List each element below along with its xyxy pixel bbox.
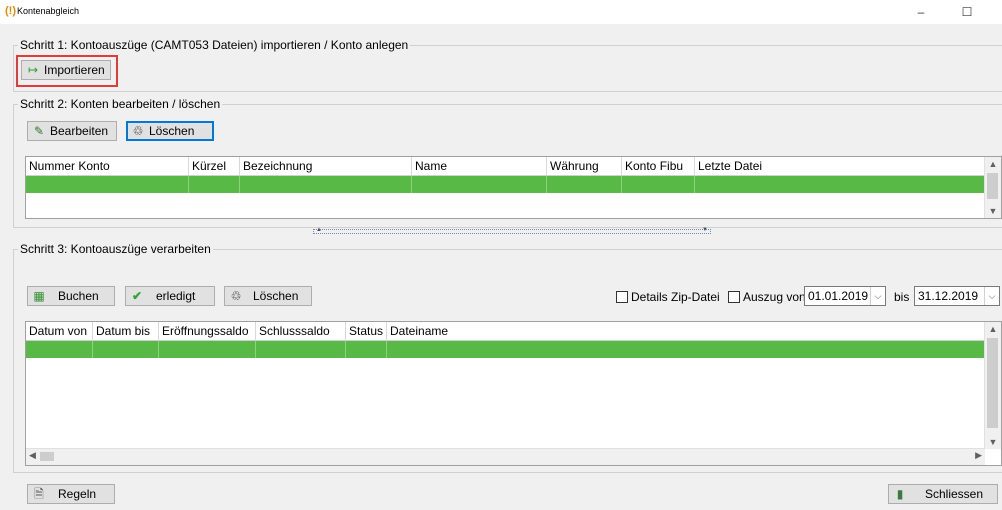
column-header[interactable]: Letzte Datei bbox=[695, 157, 985, 175]
done-button-label: erledigt bbox=[156, 289, 196, 303]
table-cell bbox=[189, 176, 240, 193]
table-cell bbox=[256, 341, 346, 358]
column-header[interactable]: Konto Fibu bbox=[622, 157, 695, 175]
chevron-down-icon[interactable]: ⌵ bbox=[984, 287, 999, 305]
done-button[interactable]: ✔ erledigt bbox=[125, 286, 215, 306]
table-cell bbox=[26, 341, 93, 358]
step1-label: Schritt 1: Kontoauszüge (CAMT053 Dateien… bbox=[18, 38, 411, 52]
column-header[interactable]: Währung bbox=[547, 157, 622, 175]
import-button[interactable]: ↦ Importieren bbox=[21, 60, 111, 80]
hscroll-thumb[interactable] bbox=[40, 452, 54, 461]
book-button-label: Buchen bbox=[58, 289, 99, 303]
rules-button-label: Regeln bbox=[58, 487, 97, 501]
table-cell bbox=[159, 341, 256, 358]
column-header[interactable]: Bezeichnung bbox=[240, 157, 412, 175]
accounts-table: Nummer Konto Kürzel Bezeichnung Name Wäh… bbox=[25, 156, 1002, 219]
table-row[interactable] bbox=[26, 341, 985, 358]
column-header[interactable]: Nummer Konto bbox=[26, 157, 189, 175]
details-zip-checkbox-box[interactable] bbox=[616, 291, 628, 303]
scroll-down-icon[interactable]: ▼ bbox=[985, 204, 1001, 218]
scroll-up-icon[interactable]: ▲ bbox=[985, 157, 1001, 171]
close-window-button[interactable]: ✕ bbox=[996, 2, 1002, 22]
rules-button[interactable]: 🗎 Regeln bbox=[27, 484, 115, 504]
step1-group: Schritt 1: Kontoauszüge (CAMT053 Dateien… bbox=[13, 38, 1002, 92]
book-button[interactable]: ▦ Buchen bbox=[27, 286, 115, 306]
scroll-thumb[interactable] bbox=[987, 173, 998, 199]
vertical-scrollbar[interactable]: ▲ ▼ bbox=[984, 322, 1001, 449]
step2-label: Schritt 2: Konten bearbeiten / löschen bbox=[18, 97, 223, 111]
document-icon: 🗎 bbox=[34, 487, 44, 501]
date-from-value: 01.01.2019 bbox=[808, 289, 869, 303]
date-to-value: 31.12.2019 bbox=[918, 289, 979, 303]
door-exit-icon: ▮ bbox=[896, 487, 904, 501]
delete-statements-button[interactable]: ♲ Löschen bbox=[224, 286, 312, 306]
chevron-down-icon[interactable]: ⌵ bbox=[870, 287, 885, 305]
maximize-button[interactable]: ☐ bbox=[952, 2, 982, 22]
table-cell bbox=[93, 341, 159, 358]
scroll-thumb[interactable] bbox=[987, 338, 998, 428]
scroll-right-icon[interactable]: ▶ bbox=[975, 450, 982, 461]
splitter-down-icon[interactable]: ▼ bbox=[702, 227, 708, 233]
column-header[interactable]: Datum bis bbox=[93, 322, 159, 340]
column-header[interactable]: Kürzel bbox=[189, 157, 240, 175]
table-cell bbox=[26, 176, 189, 193]
auszug-von-checkbox-box[interactable] bbox=[728, 291, 740, 303]
table-cell bbox=[622, 176, 695, 193]
auszug-von-checkbox[interactable]: Auszug von bbox=[728, 290, 806, 304]
statements-table-header: Datum von Datum bis Eröffnungssaldo Schl… bbox=[26, 322, 985, 341]
title-bar: (!) Kontenabgleich – ☐ ✕ bbox=[0, 0, 1002, 24]
table-cell bbox=[547, 176, 622, 193]
details-zip-checkbox[interactable]: Details Zip-Datei bbox=[616, 290, 720, 304]
table-cell bbox=[240, 176, 412, 193]
scroll-left-icon[interactable]: ◀ bbox=[29, 450, 36, 461]
pencil-icon: ✎ bbox=[33, 124, 45, 138]
window-title: Kontenabgleich bbox=[17, 6, 80, 16]
accounts-table-header: Nummer Konto Kürzel Bezeichnung Name Wäh… bbox=[26, 157, 985, 176]
trash-icon: ♲ bbox=[132, 124, 144, 138]
scroll-up-icon[interactable]: ▲ bbox=[985, 322, 1001, 336]
panel-splitter[interactable]: ▲ ▼ bbox=[313, 227, 711, 234]
date-from-picker[interactable]: 01.01.2019 ⌵ bbox=[804, 286, 886, 306]
delete-accounts-button-label: Löschen bbox=[149, 124, 195, 138]
close-button[interactable]: ▮ Schliessen bbox=[888, 484, 998, 504]
table-cell bbox=[412, 176, 547, 193]
column-header[interactable]: Status bbox=[346, 322, 387, 340]
trash-icon: ♲ bbox=[230, 289, 242, 303]
edit-button[interactable]: ✎ Bearbeiten bbox=[27, 121, 117, 141]
minimize-button[interactable]: – bbox=[906, 2, 936, 22]
edit-button-label: Bearbeiten bbox=[50, 124, 109, 138]
checkmark-icon: ✔ bbox=[131, 289, 143, 303]
auszug-von-label: Auszug von bbox=[743, 290, 806, 304]
ledger-icon: ▦ bbox=[33, 289, 45, 303]
close-button-label: Schliessen bbox=[925, 487, 984, 501]
details-zip-label: Details Zip-Datei bbox=[631, 290, 720, 304]
column-header[interactable]: Schlusssaldo bbox=[256, 322, 346, 340]
import-button-label: Importieren bbox=[44, 63, 105, 77]
table-row[interactable] bbox=[26, 176, 985, 193]
scroll-down-icon[interactable]: ▼ bbox=[985, 435, 1001, 449]
delete-statements-button-label: Löschen bbox=[253, 289, 299, 303]
step3-label: Schritt 3: Kontoauszüge verarbeiten bbox=[18, 242, 213, 256]
vertical-scrollbar[interactable]: ▲ ▼ bbox=[984, 157, 1001, 218]
app-icon: (!) bbox=[5, 5, 16, 17]
splitter-up-icon[interactable]: ▲ bbox=[316, 227, 322, 233]
column-header[interactable]: Eröffnungssaldo bbox=[159, 322, 256, 340]
column-header[interactable]: Datum von bbox=[26, 322, 93, 340]
table-cell bbox=[346, 341, 387, 358]
statements-table: Datum von Datum bis Eröffnungssaldo Schl… bbox=[25, 321, 1002, 466]
delete-accounts-button[interactable]: ♲ Löschen bbox=[126, 121, 214, 141]
date-to-picker[interactable]: 31.12.2019 ⌵ bbox=[914, 286, 1000, 306]
column-header[interactable]: Dateiname bbox=[387, 322, 985, 340]
bis-label: bis bbox=[894, 290, 910, 304]
horizontal-scrollbar[interactable]: ◀ ▶ bbox=[26, 448, 985, 465]
arrow-right-icon: ↦ bbox=[27, 63, 39, 77]
column-header[interactable]: Name bbox=[412, 157, 547, 175]
